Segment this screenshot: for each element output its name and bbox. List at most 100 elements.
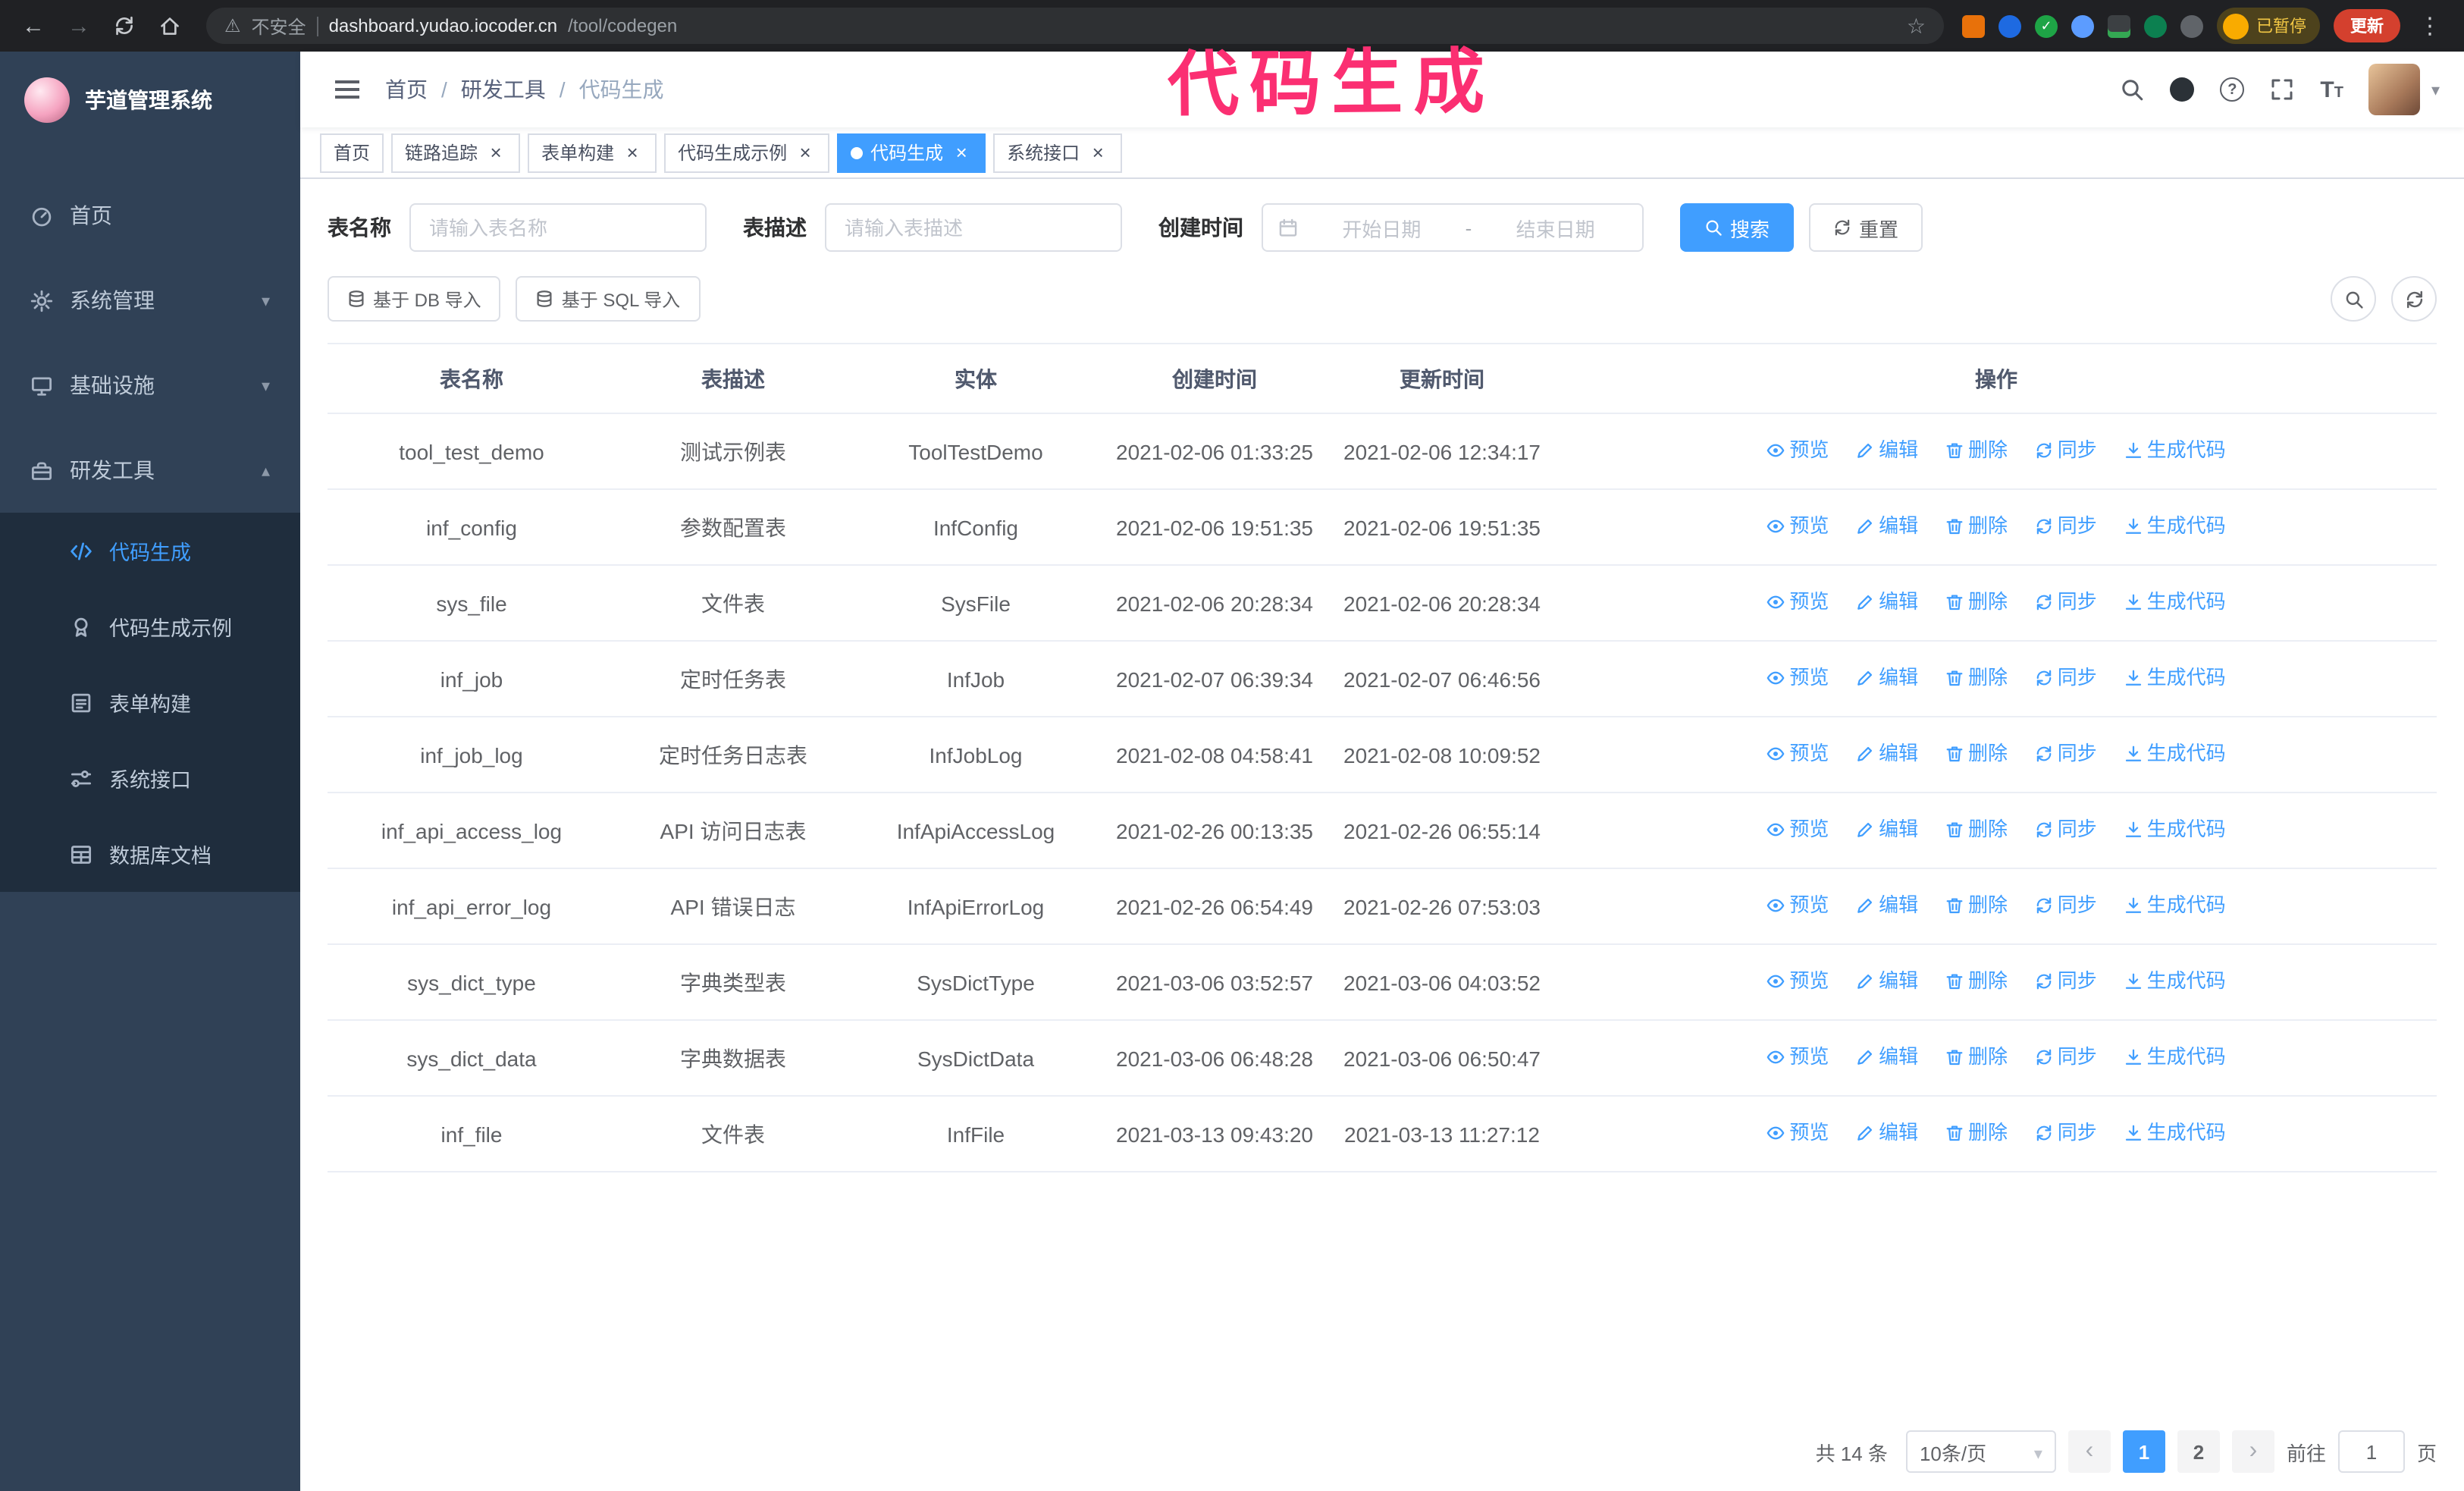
sync-link[interactable]: 同步 — [2035, 737, 2097, 771]
tab-close-icon[interactable] — [485, 142, 506, 163]
delete-link[interactable]: 删除 — [1945, 1041, 2008, 1074]
app-logo[interactable]: 芋道管理系统 — [0, 52, 300, 149]
extension-icon-7[interactable] — [2180, 14, 2203, 37]
delete-link[interactable]: 删除 — [1945, 585, 2008, 619]
sync-link[interactable]: 同步 — [2035, 965, 2097, 998]
generate-code-link[interactable]: 生成代码 — [2124, 1116, 2226, 1150]
extension-icon-1[interactable] — [1962, 14, 1985, 37]
edit-link[interactable]: 编辑 — [1856, 889, 1918, 922]
edit-link[interactable]: 编辑 — [1856, 1116, 1918, 1150]
search-button[interactable]: 搜索 — [1680, 203, 1795, 252]
tab-close-icon[interactable] — [622, 142, 643, 163]
extension-icon-5[interactable] — [2108, 14, 2130, 37]
profile-paused-badge[interactable]: 已暂停 — [2217, 8, 2320, 44]
refresh-table-button[interactable] — [2391, 276, 2437, 322]
edit-link[interactable]: 编辑 — [1856, 661, 1918, 695]
tab-close-icon[interactable] — [1087, 142, 1108, 163]
sync-link[interactable]: 同步 — [2035, 813, 2097, 846]
delete-link[interactable]: 删除 — [1945, 889, 2008, 922]
edit-link[interactable]: 编辑 — [1856, 434, 1918, 467]
sync-link[interactable]: 同步 — [2035, 889, 2097, 922]
generate-code-link[interactable]: 生成代码 — [2124, 889, 2226, 922]
toggle-search-button[interactable] — [2331, 276, 2376, 322]
sidebar-item-dev-tools[interactable]: 研发工具 — [0, 428, 300, 513]
sidebar-item-infrastructure[interactable]: 基础设施 — [0, 343, 300, 428]
delete-link[interactable]: 删除 — [1945, 737, 2008, 771]
sync-link[interactable]: 同步 — [2035, 661, 2097, 695]
preview-link[interactable]: 预览 — [1766, 510, 1829, 543]
tab[interactable]: 代码生成示例 — [664, 133, 830, 172]
sync-link[interactable]: 同步 — [2035, 1116, 2097, 1150]
breadcrumb-item-home[interactable]: 首页 — [385, 74, 428, 105]
delete-link[interactable]: 删除 — [1945, 965, 2008, 998]
generate-code-link[interactable]: 生成代码 — [2124, 661, 2226, 695]
tab-close-icon[interactable] — [795, 142, 816, 163]
sidebar-toggle-icon[interactable] — [324, 67, 370, 112]
generate-code-link[interactable]: 生成代码 — [2124, 737, 2226, 771]
edit-link[interactable]: 编辑 — [1856, 585, 1918, 619]
generate-code-link[interactable]: 生成代码 — [2124, 434, 2226, 467]
prev-page-button[interactable] — [2067, 1430, 2111, 1473]
generate-code-link[interactable]: 生成代码 — [2124, 510, 2226, 543]
tab[interactable]: 系统接口 — [993, 133, 1123, 172]
sync-link[interactable]: 同步 — [2035, 1041, 2097, 1074]
sidebar-item-form-builder[interactable]: 表单构建 — [0, 664, 300, 740]
delete-link[interactable]: 删除 — [1945, 813, 2008, 846]
page-button-2[interactable]: 2 — [2177, 1430, 2220, 1473]
font-size-icon[interactable] — [2320, 77, 2343, 102]
sync-link[interactable]: 同步 — [2035, 434, 2097, 467]
sidebar-item-home[interactable]: 首页 — [0, 173, 300, 258]
extension-icon-4[interactable] — [2071, 14, 2094, 37]
table-name-input[interactable] — [409, 203, 707, 252]
user-menu[interactable] — [2368, 64, 2440, 115]
table-desc-input[interactable] — [825, 203, 1122, 252]
browser-menu-icon[interactable] — [2419, 11, 2441, 40]
page-size-select[interactable]: 10条/页 — [1905, 1430, 2056, 1473]
extension-icon-3[interactable] — [2035, 14, 2058, 37]
preview-link[interactable]: 预览 — [1766, 813, 1829, 846]
preview-link[interactable]: 预览 — [1766, 434, 1829, 467]
search-icon[interactable] — [2120, 77, 2144, 102]
edit-link[interactable]: 编辑 — [1856, 737, 1918, 771]
breadcrumb-item-dev-tools[interactable]: 研发工具 — [461, 74, 546, 105]
reset-button[interactable]: 重置 — [1809, 203, 1923, 252]
edit-link[interactable]: 编辑 — [1856, 510, 1918, 543]
generate-code-link[interactable]: 生成代码 — [2124, 813, 2226, 846]
github-icon[interactable] — [2170, 77, 2195, 102]
sync-link[interactable]: 同步 — [2035, 585, 2097, 619]
extension-icon-2[interactable] — [1998, 14, 2021, 37]
generate-code-link[interactable]: 生成代码 — [2124, 965, 2226, 998]
generate-code-link[interactable]: 生成代码 — [2124, 585, 2226, 619]
sidebar-item-database-doc[interactable]: 数据库文档 — [0, 816, 300, 892]
preview-link[interactable]: 预览 — [1766, 585, 1829, 619]
tab[interactable]: 表单构建 — [528, 133, 657, 172]
delete-link[interactable]: 删除 — [1945, 1116, 2008, 1150]
edit-link[interactable]: 编辑 — [1856, 965, 1918, 998]
edit-link[interactable]: 编辑 — [1856, 813, 1918, 846]
preview-link[interactable]: 预览 — [1766, 1041, 1829, 1074]
extension-icon-6[interactable] — [2144, 14, 2167, 37]
create-time-range-picker[interactable]: 开始日期 - 结束日期 — [1262, 203, 1644, 252]
preview-link[interactable]: 预览 — [1766, 889, 1829, 922]
import-sql-button[interactable]: 基于 SQL 导入 — [516, 276, 701, 322]
delete-link[interactable]: 删除 — [1945, 510, 2008, 543]
tab[interactable]: 代码生成 — [837, 133, 986, 172]
sidebar-item-codegen-example[interactable]: 代码生成示例 — [0, 589, 300, 664]
preview-link[interactable]: 预览 — [1766, 661, 1829, 695]
preview-link[interactable]: 预览 — [1766, 965, 1829, 998]
bookmark-star-icon[interactable] — [1907, 13, 1926, 39]
help-icon[interactable] — [2220, 77, 2245, 102]
back-button[interactable] — [15, 8, 52, 44]
reload-button[interactable] — [106, 8, 143, 44]
address-bar[interactable]: 不安全 dashboard.yudao.iocoder.cn /tool/cod… — [206, 8, 1944, 44]
generate-code-link[interactable]: 生成代码 — [2124, 1041, 2226, 1074]
fullscreen-icon[interactable] — [2270, 77, 2294, 102]
sync-link[interactable]: 同步 — [2035, 510, 2097, 543]
sidebar-item-system-api[interactable]: 系统接口 — [0, 740, 300, 816]
delete-link[interactable]: 删除 — [1945, 661, 2008, 695]
preview-link[interactable]: 预览 — [1766, 1116, 1829, 1150]
preview-link[interactable]: 预览 — [1766, 737, 1829, 771]
home-button[interactable] — [152, 8, 188, 44]
page-button-1[interactable]: 1 — [2122, 1430, 2165, 1473]
browser-update-button[interactable]: 更新 — [2334, 9, 2400, 42]
